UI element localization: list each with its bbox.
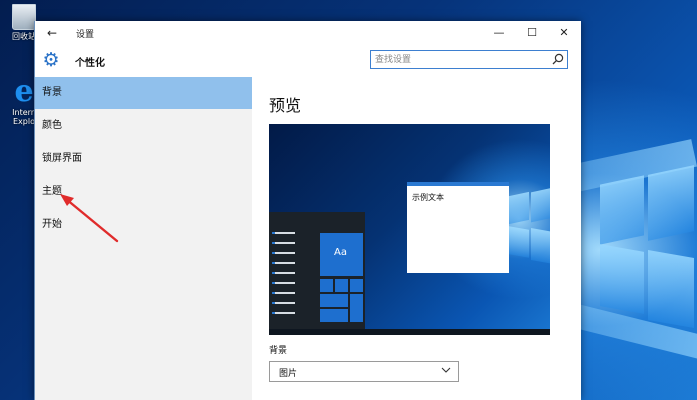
start-menu-entry [272, 272, 295, 274]
start-menu-entry [272, 312, 295, 314]
theme-preview: 示例文本 Aa [269, 124, 550, 335]
search-input[interactable] [375, 52, 545, 67]
preview-tile [335, 279, 348, 292]
background-field-label: 背景 [269, 346, 288, 356]
preview-sample-window: 示例文本 [407, 182, 509, 273]
settings-window: ← 设置 — ☐ ✕ ⚙ 个性化 背景 颜色 锁屏界面 主题 开始 预览 [34, 21, 581, 400]
page-title: 个性化 [75, 58, 105, 69]
close-button[interactable]: ✕ [555, 24, 573, 42]
sidebar-item-background[interactable]: 背景 [35, 77, 252, 109]
preview-window-pane [509, 191, 529, 225]
sidebar-item-colors[interactable]: 颜色 [35, 110, 252, 142]
background-select-value: 图片 [279, 369, 298, 379]
start-menu-entry [272, 252, 295, 254]
section-title: 预览 [269, 96, 302, 115]
start-menu-entry [272, 262, 295, 264]
back-arrow-icon: ← [46, 26, 58, 40]
chevron-down-icon [441, 367, 451, 373]
preview-window-pane [509, 226, 529, 258]
preview-taskbar [269, 329, 550, 335]
preview-tile [320, 279, 333, 292]
page-header: ⚙ 个性化 [35, 45, 581, 77]
start-menu-entry [272, 232, 295, 234]
preview-tile-label: Aa [334, 247, 347, 258]
window-title: 设置 [76, 30, 95, 40]
start-menu-entry [272, 302, 295, 304]
maximize-button[interactable]: ☐ [523, 24, 541, 42]
preview-tile [350, 279, 363, 292]
start-menu-entry [272, 242, 295, 244]
preview-window-pane [531, 187, 550, 223]
preview-sample-text: 示例文本 [412, 193, 444, 202]
preview-window-pane [531, 228, 550, 264]
search-icon[interactable] [552, 53, 564, 65]
wallpaper-window-pane [648, 249, 694, 329]
recycle-bin-icon [12, 4, 36, 30]
wallpaper-window-pane [600, 175, 644, 245]
start-menu-entry [272, 282, 295, 284]
back-button[interactable]: ← [43, 25, 61, 41]
search-box[interactable] [370, 50, 568, 69]
sidebar: 背景 颜色 锁屏界面 主题 开始 [35, 77, 252, 400]
sidebar-item-themes[interactable]: 主题 [35, 176, 252, 208]
minimize-button[interactable]: — [490, 24, 508, 42]
preview-tile [320, 294, 348, 307]
gear-icon: ⚙ [42, 49, 60, 71]
preview-tile-large: Aa [320, 233, 363, 276]
preview-tile [350, 294, 363, 322]
background-select[interactable]: 图片 [269, 361, 459, 382]
sidebar-item-lock-screen[interactable]: 锁屏界面 [35, 143, 252, 175]
sidebar-item-start[interactable]: 开始 [35, 209, 252, 241]
wallpaper-window-pane [600, 244, 644, 314]
start-menu-entry [272, 292, 295, 294]
wallpaper-window-pane [648, 165, 694, 241]
title-bar[interactable]: ← 设置 — ☐ ✕ [35, 21, 581, 45]
preview-start-menu: Aa [269, 212, 365, 329]
main-content: 预览 示例文本 Aa 背景 图片 [252, 77, 581, 400]
preview-tile [320, 309, 348, 322]
